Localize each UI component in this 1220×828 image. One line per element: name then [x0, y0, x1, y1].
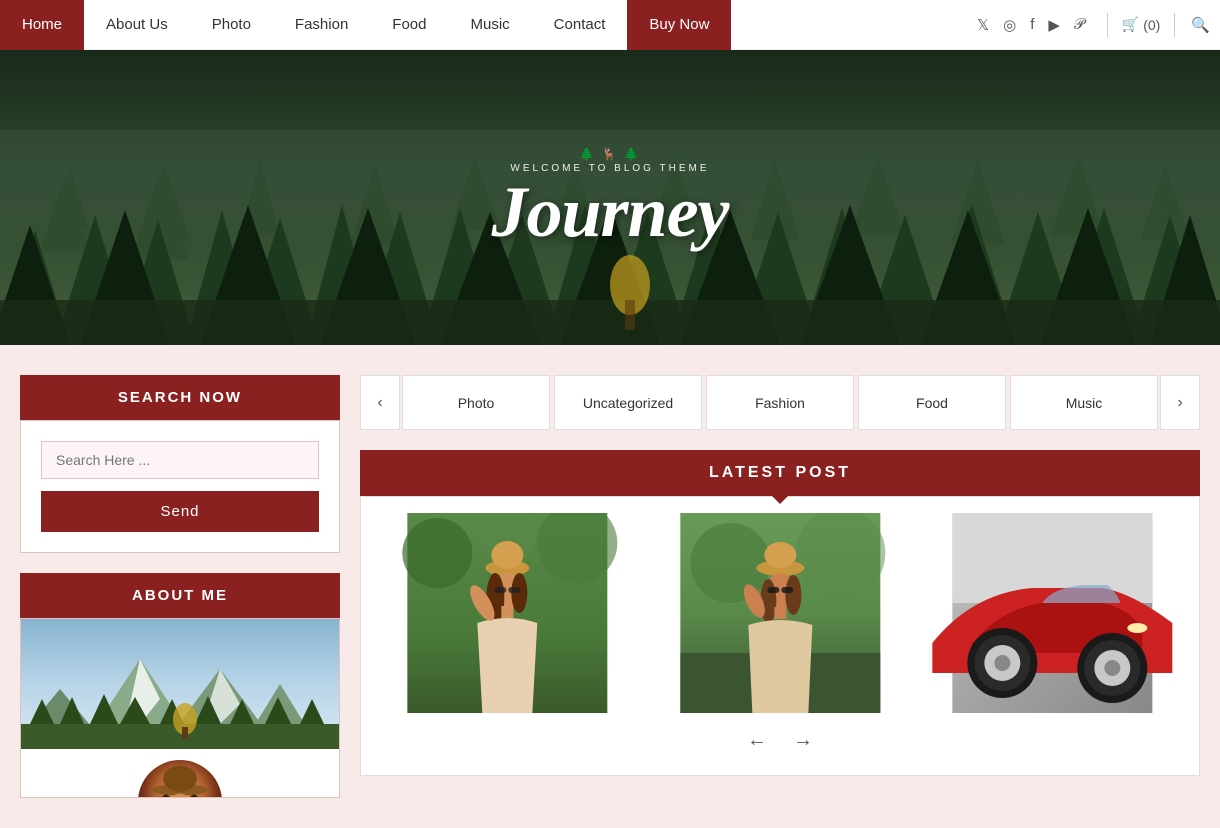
- nav-music[interactable]: Music: [449, 0, 532, 50]
- nav-fashion[interactable]: Fashion: [273, 0, 370, 50]
- facebook-icon[interactable]: f: [1030, 16, 1034, 33]
- nav-photo[interactable]: Photo: [190, 0, 273, 50]
- avatar-svg: [138, 757, 222, 798]
- nav-home[interactable]: Home: [0, 0, 84, 50]
- main-layout: SEARCH NOW Send ABOUT ME: [0, 345, 1220, 828]
- nav-social: 𝕏 ◎ f ▶ 𝒫: [961, 16, 1101, 34]
- nav-cart[interactable]: 🛒 (0): [1114, 16, 1169, 33]
- pinterest-icon[interactable]: 𝒫: [1074, 16, 1085, 33]
- post-card-3[interactable]: [922, 513, 1183, 713]
- nav-food[interactable]: Food: [370, 0, 448, 50]
- search-input[interactable]: [41, 441, 319, 479]
- tab-photo[interactable]: Photo: [402, 375, 550, 430]
- tab-food[interactable]: Food: [858, 375, 1006, 430]
- tab-next-arrow[interactable]: ›: [1160, 375, 1200, 430]
- sidebar: SEARCH NOW Send ABOUT ME: [20, 375, 340, 798]
- post-image-2: [650, 513, 911, 713]
- post-card-2[interactable]: [650, 513, 911, 713]
- category-tabs: ‹ Photo Uncategorized Fashion Food Music…: [360, 375, 1200, 430]
- cart-count: (0): [1143, 17, 1160, 33]
- nav-about[interactable]: About Us: [84, 0, 190, 50]
- cart-icon: 🛒: [1122, 16, 1139, 33]
- send-button[interactable]: Send: [41, 491, 319, 532]
- about-header: ABOUT ME: [20, 573, 340, 618]
- tab-music[interactable]: Music: [1010, 375, 1158, 430]
- nav-items: Home About Us Photo Fashion Food Music C…: [0, 0, 961, 50]
- tab-fashion[interactable]: Fashion: [706, 375, 854, 430]
- avatar: [135, 757, 225, 798]
- hero-tagline: WELCOME TO BLOG THEME: [491, 163, 728, 174]
- hero-logo-icon: 🌲 🦌 🌲: [491, 147, 728, 161]
- tab-uncategorized[interactable]: Uncategorized: [554, 375, 702, 430]
- mountain-svg: [21, 619, 339, 749]
- hero-logo: 🌲 🦌 🌲 WELCOME TO BLOG THEME Journey: [491, 147, 728, 248]
- about-box: [20, 618, 340, 798]
- search-header: SEARCH NOW: [20, 375, 340, 420]
- twitter-icon[interactable]: 𝕏: [977, 16, 989, 34]
- hero-section: 🌲 🦌 🌲 WELCOME TO BLOG THEME Journey: [0, 50, 1220, 345]
- post-image-1: [377, 513, 638, 713]
- nav-divider-2: [1174, 13, 1175, 37]
- posts-prev-button[interactable]: ←: [742, 725, 772, 755]
- main-nav: Home About Us Photo Fashion Food Music C…: [0, 0, 1220, 50]
- youtube-icon[interactable]: ▶: [1048, 16, 1060, 34]
- search-icon[interactable]: 🔍: [1181, 16, 1220, 34]
- post-card-1[interactable]: [377, 513, 638, 713]
- latest-post-header: LATEST POST: [360, 450, 1200, 496]
- search-box: Send: [20, 420, 340, 553]
- posts-grid: [377, 513, 1183, 713]
- instagram-icon[interactable]: ◎: [1003, 16, 1016, 34]
- post-navigation: ← →: [377, 713, 1183, 759]
- nav-buy-now[interactable]: Buy Now: [627, 0, 731, 50]
- about-mountain-bg: [21, 619, 339, 749]
- content-area: ‹ Photo Uncategorized Fashion Food Music…: [360, 375, 1200, 798]
- post-image-3: [922, 513, 1183, 713]
- tab-prev-arrow[interactable]: ‹: [360, 375, 400, 430]
- hero-title: Journey: [491, 176, 728, 248]
- posts-next-button[interactable]: →: [788, 725, 818, 755]
- nav-contact[interactable]: Contact: [532, 0, 628, 50]
- posts-container: ← →: [360, 496, 1200, 776]
- nav-divider: [1107, 13, 1108, 37]
